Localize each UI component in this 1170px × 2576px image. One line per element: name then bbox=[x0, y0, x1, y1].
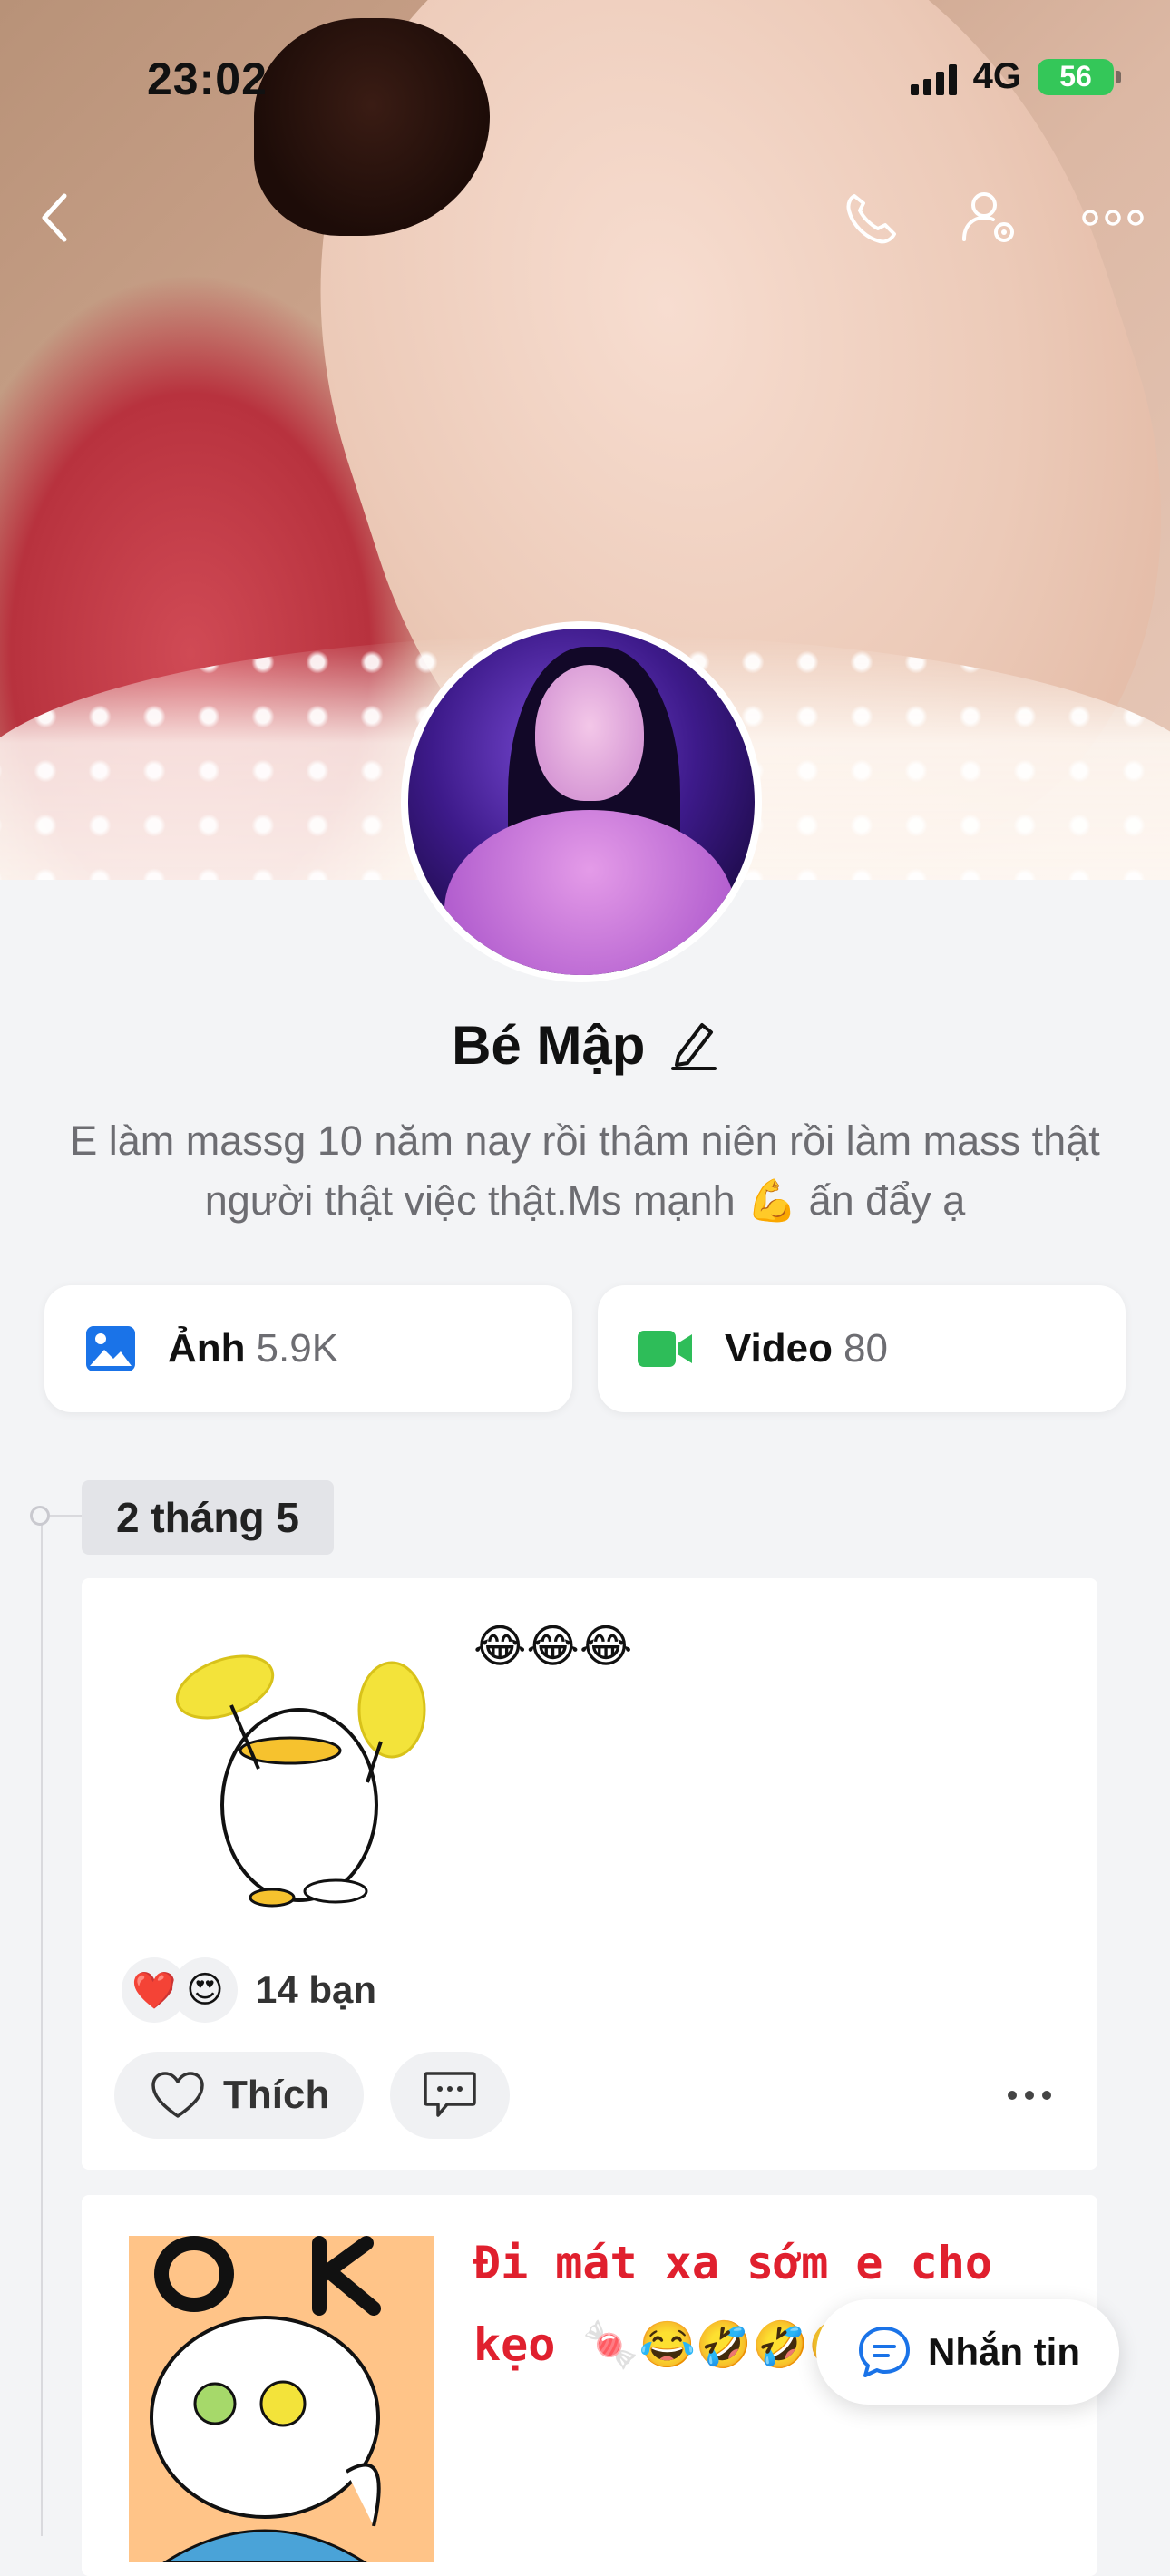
status-time: 23:02 bbox=[147, 54, 268, 104]
photos-label: Ảnh bbox=[168, 1326, 246, 1371]
back-button[interactable] bbox=[24, 186, 87, 249]
more-options-button[interactable] bbox=[1079, 186, 1146, 249]
more-icon bbox=[1082, 210, 1144, 226]
reaction-count: 14 bạn bbox=[256, 1968, 377, 2011]
post-more-button[interactable] bbox=[998, 2073, 1061, 2118]
post-card[interactable]: 😂😂😂 ❤️ 😍 14 bạn Thích bbox=[82, 1578, 1097, 2170]
back-icon bbox=[42, 193, 67, 242]
timeline-date: 2 tháng 5 bbox=[82, 1480, 334, 1555]
avatar-face bbox=[535, 665, 644, 801]
post-text: 😂😂😂 bbox=[473, 1621, 633, 1672]
comment-icon bbox=[424, 2072, 476, 2117]
timeline-line bbox=[41, 1517, 43, 2536]
heart-eyes-reaction-icon: 😍 bbox=[172, 1957, 238, 2023]
signal-icon bbox=[910, 59, 957, 95]
like-label: Thích bbox=[223, 2073, 330, 2117]
profile-settings-button[interactable] bbox=[958, 186, 1021, 249]
avatar-photo bbox=[408, 629, 755, 975]
network-type: 4G bbox=[972, 56, 1021, 96]
duck-cheer-sticker bbox=[175, 1654, 426, 1908]
call-button[interactable] bbox=[839, 186, 902, 249]
video-card[interactable]: Video 80 bbox=[598, 1285, 1126, 1412]
video-label: Video bbox=[725, 1326, 834, 1371]
timeline-dot bbox=[30, 1506, 50, 1526]
status-indicators: 4G 56 bbox=[910, 56, 1121, 97]
reaction-summary[interactable]: ❤️ 😍 14 bạn bbox=[122, 1957, 376, 2023]
photos-card[interactable]: Ảnh 5.9K bbox=[44, 1285, 572, 1412]
photo-icon bbox=[84, 1324, 137, 1373]
like-button[interactable]: Thích bbox=[114, 2052, 365, 2139]
photos-count: 5.9K bbox=[256, 1326, 339, 1371]
timeline-connector bbox=[50, 1515, 83, 1517]
profile-name-row: Bé Mập bbox=[0, 1014, 1170, 1077]
avatar-body bbox=[444, 810, 735, 975]
comment-button[interactable] bbox=[390, 2052, 510, 2139]
message-label: Nhắn tin bbox=[928, 2330, 1080, 2373]
video-count: 80 bbox=[843, 1326, 888, 1371]
phone-icon bbox=[846, 194, 896, 244]
pencil-icon bbox=[670, 1023, 717, 1070]
avatar[interactable] bbox=[401, 621, 762, 982]
battery-level: 56 bbox=[1059, 60, 1092, 93]
heart-icon bbox=[151, 2072, 204, 2118]
edit-name-button[interactable] bbox=[669, 1016, 718, 1075]
message-button[interactable]: Nhắn tin bbox=[816, 2299, 1119, 2405]
user-settings-icon bbox=[962, 192, 1014, 242]
chat-bubble-icon bbox=[859, 2327, 910, 2377]
profile-bio: E làm massg 10 năm nay rồi thâm niên rồi… bbox=[70, 1117, 1100, 1224]
video-icon bbox=[638, 1327, 694, 1371]
ok-cat-sticker bbox=[129, 2236, 434, 2562]
battery-icon: 56 bbox=[1038, 58, 1121, 95]
profile-name: Bé Mập bbox=[452, 1015, 646, 1076]
